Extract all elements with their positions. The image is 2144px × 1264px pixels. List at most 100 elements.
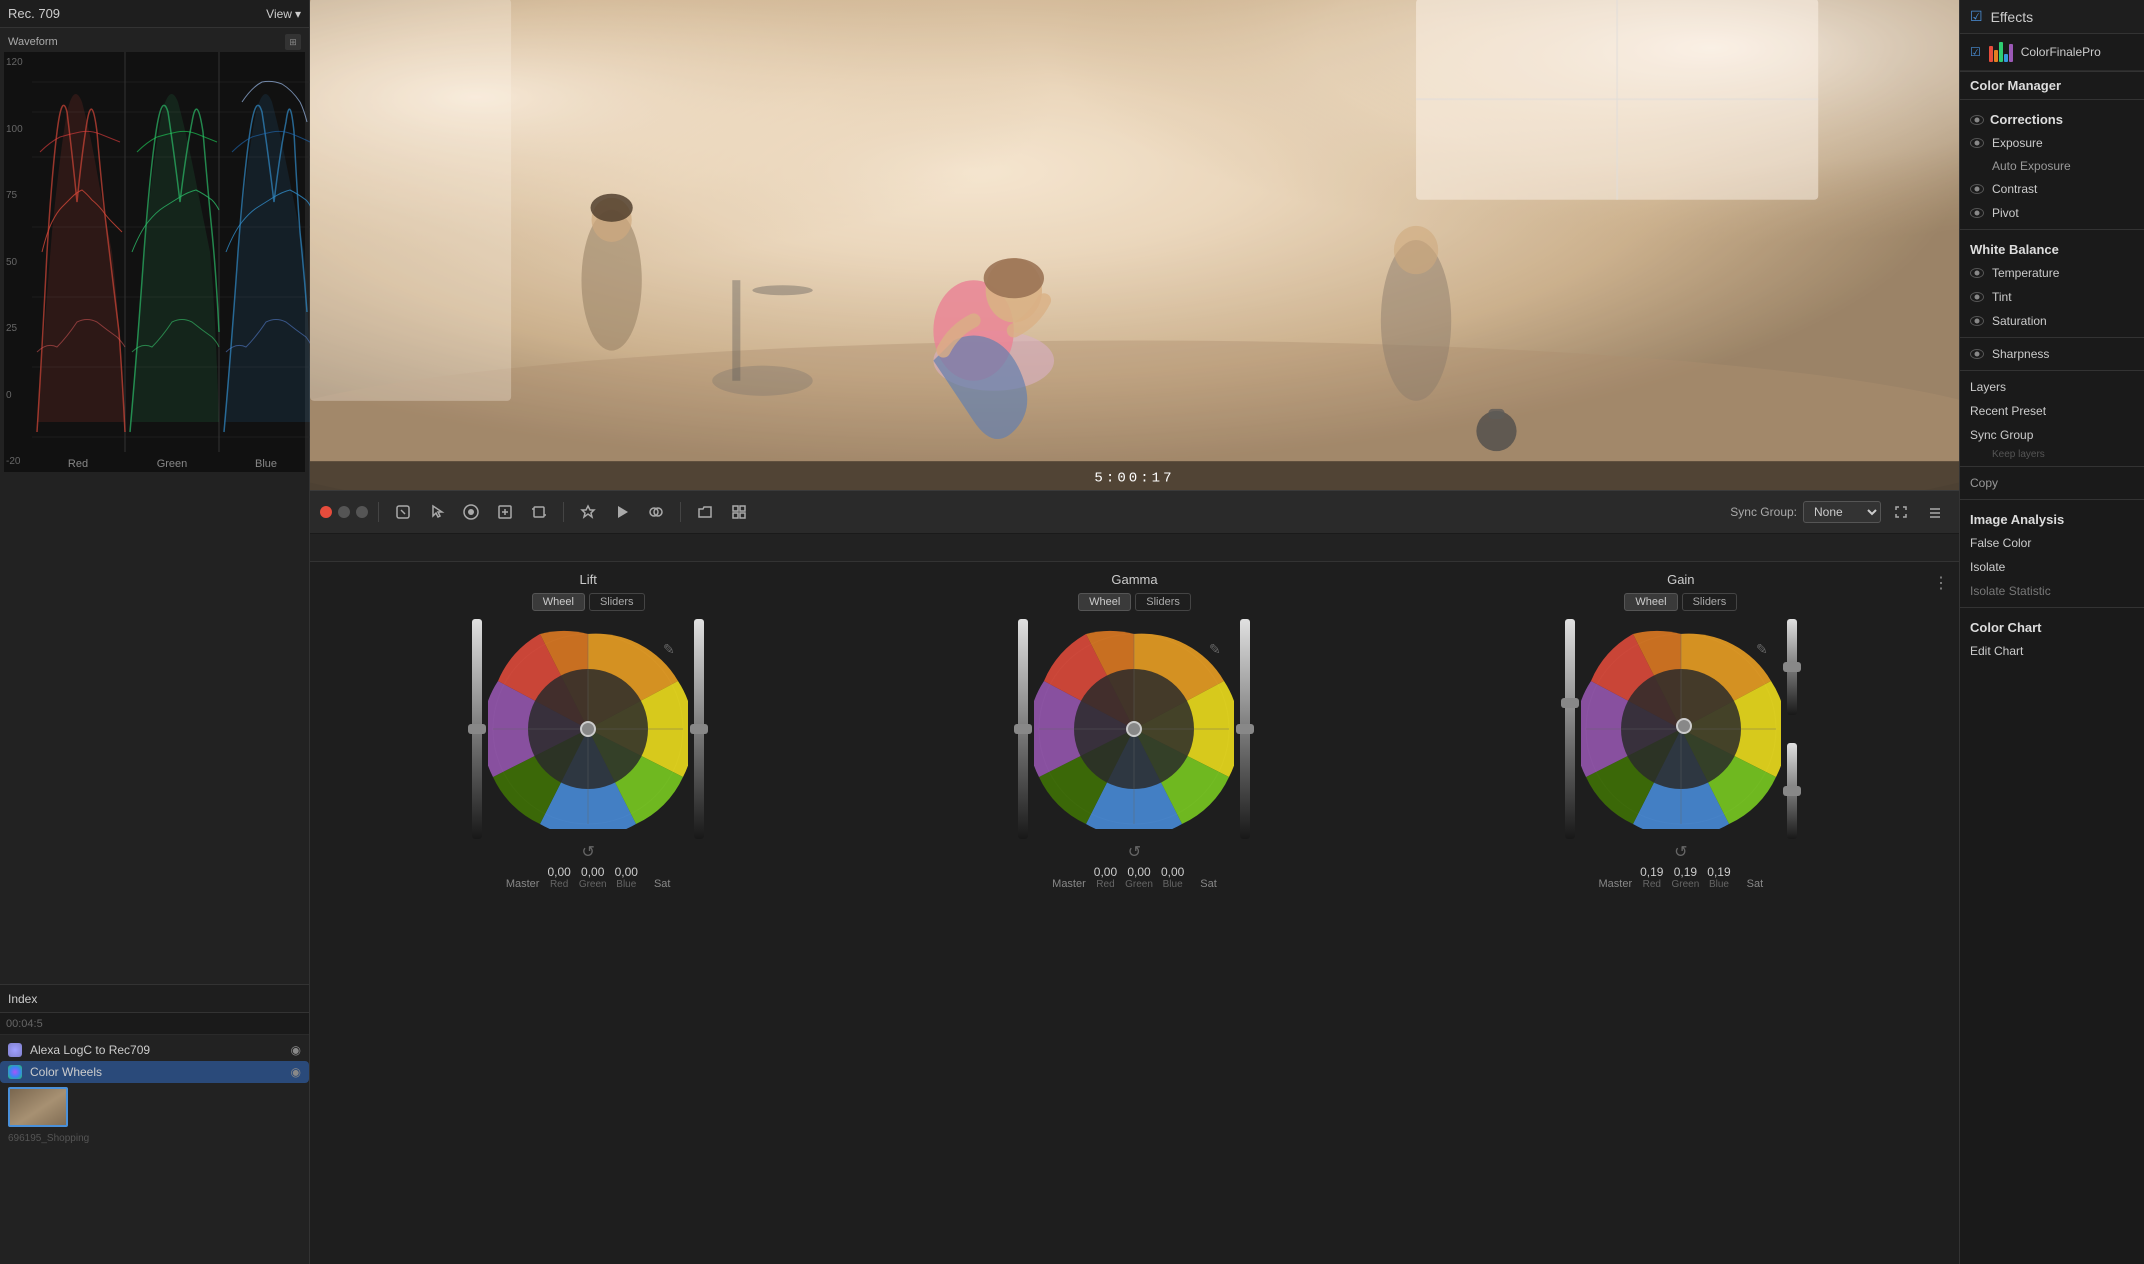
waveform-section: Waveform ⊞ 120 100 75 50 25 0 -20 [0,28,309,984]
saturation-item[interactable]: Saturation [1960,309,2144,333]
gain-color-wheel[interactable]: ✎ [1581,629,1781,829]
gamma-sat-slider[interactable] [1240,619,1250,839]
gain-sliders-tab[interactable]: Sliders [1682,593,1738,611]
timecode-display: 00:04:5 [6,1018,43,1030]
sharpness-eye[interactable] [1970,349,1984,359]
contrast-item[interactable]: Contrast [1960,177,2144,201]
gamma-sat-label: Sat [1200,878,1217,890]
expand-dot[interactable] [356,506,368,518]
gamma-reset-btn[interactable]: ↺ [1128,845,1141,861]
temperature-item[interactable]: Temperature [1960,261,2144,285]
grid-btn[interactable] [725,498,753,526]
layer-eye-alexa[interactable]: ◉ [291,1043,301,1057]
saturation-eye[interactable] [1970,316,1984,326]
waveform-title: Waveform [8,36,58,48]
gamma-wheel-tab[interactable]: Wheel [1078,593,1131,611]
pointer-tool-btn[interactable] [423,498,451,526]
gamma-blue-val: 0,00 [1161,865,1184,879]
top-bar: Rec. 709 View ▾ [0,0,309,28]
tint-eye[interactable] [1970,292,1984,302]
gamma-sliders-tab[interactable]: Sliders [1135,593,1191,611]
isolate-stats-item[interactable]: Isolate Statistic [1960,579,2144,603]
gain-wheel-tab[interactable]: Wheel [1624,593,1677,611]
layer-eye-colorwheels[interactable]: ◉ [291,1065,301,1079]
gamma-green-label: Green [1125,879,1153,890]
gain-master-label: Master [1598,878,1632,890]
exposure-item[interactable]: Exposure [1960,131,2144,155]
toolbar: Sync Group: None Group 1 Group 2 [310,490,1959,534]
view-button[interactable]: View ▾ [266,7,301,21]
gain-wheel-area: ✎ [1413,619,1949,839]
gain-master-slider[interactable] [1565,619,1575,839]
tint-item[interactable]: Tint [1960,285,2144,309]
thumb-selected[interactable] [8,1087,68,1127]
gain-sat-slider1[interactable] [1787,619,1797,715]
layout-btn[interactable] [1921,498,1949,526]
temperature-label: Temperature [1992,266,2059,280]
edit-tool-btn[interactable] [491,498,519,526]
gain-sat-label: Sat [1747,878,1764,890]
fullscreen-btn[interactable] [1887,498,1915,526]
divider-6 [1960,499,2144,500]
layer-item-alexa[interactable]: Alexa LogC to Rec709 ◉ [0,1039,309,1061]
plugin-item[interactable]: ☑ ColorFinalePro [1960,34,2144,71]
isolate-item[interactable]: Isolate [1960,555,2144,579]
lift-master-slider[interactable] [472,619,482,839]
gain-tabs: Wheel Sliders [1624,593,1737,611]
copy-item[interactable]: Copy [1960,471,2144,495]
edit-chart-label: Edit Chart [1970,644,2023,658]
play-btn[interactable] [608,498,636,526]
left-panel: Rec. 709 View ▾ Waveform ⊞ 120 100 75 50… [0,0,310,1264]
lift-sat-slider[interactable] [694,619,704,839]
svg-text:✎: ✎ [1756,641,1768,657]
pivot-label: Pivot [1992,206,2019,220]
layer-item-colorwheels[interactable]: Color Wheels ◉ [0,1061,309,1083]
false-color-item[interactable]: False Color [1960,531,2144,555]
auto-exposure-item[interactable]: Auto Exposure [1960,155,2144,177]
pivot-item[interactable]: Pivot [1960,201,2144,225]
sync-group-select[interactable]: None Group 1 Group 2 [1803,501,1881,523]
lift-reset-btn[interactable]: ↺ [581,845,594,861]
lift-wheel-area: ✎ [320,619,856,839]
gamma-master-label: Master [1052,878,1086,890]
contrast-label: Contrast [1992,182,2037,196]
crop-tool-btn[interactable] [525,498,553,526]
minimize-dot[interactable] [338,506,350,518]
gain-more-btn[interactable]: ⋮ [1933,573,1949,593]
sync-group-item[interactable]: Sync Group [1960,423,2144,447]
gain-reset-btn[interactable]: ↺ [1674,845,1687,861]
pivot-eye[interactable] [1970,208,1984,218]
contrast-eye[interactable] [1970,184,1984,194]
center-panel: 5:00:17 [310,0,1959,1264]
plugin-checkbox[interactable]: ☑ [1970,45,1981,59]
color-correct-btn[interactable] [642,498,670,526]
waveform-expand-btn[interactable]: ⊞ [285,34,301,50]
gamma-master-slider[interactable] [1018,619,1028,839]
exposure-eye[interactable] [1970,138,1984,148]
gamma-color-wheel[interactable]: ✎ [1034,629,1234,829]
divider-5 [1960,466,2144,467]
marker-btn[interactable] [574,498,602,526]
lift-wheel-tab[interactable]: Wheel [532,593,585,611]
plugin-icon [1989,42,2013,62]
select-tool-btn[interactable] [389,498,417,526]
lift-sliders-tab[interactable]: Sliders [589,593,645,611]
color-tool-btn[interactable] [457,498,485,526]
svg-text:Red: Red [68,458,88,470]
temperature-eye[interactable] [1970,268,1984,278]
close-dot[interactable] [320,506,332,518]
effects-checkbox-icon[interactable]: ☑ [1970,8,1983,25]
folder-btn[interactable] [691,498,719,526]
lift-color-wheel[interactable]: ✎ [488,629,688,829]
recent-preset-item[interactable]: Recent Preset [1960,399,2144,423]
corrections-eye[interactable] [1970,115,1984,125]
sharpness-item[interactable]: Sharpness [1960,342,2144,366]
gamma-red-label: Red [1096,879,1114,890]
layers-item[interactable]: Layers [1960,375,2144,399]
gain-green-label: Green [1671,879,1699,890]
layer-icon-alexa [8,1043,22,1057]
gain-wheel-section: Gain ⋮ Wheel Sliders [1413,572,1949,1254]
edit-chart-item[interactable]: Edit Chart [1960,639,2144,663]
toolbar-sep-2 [563,502,564,522]
gain-sat-slider2[interactable] [1787,743,1797,839]
